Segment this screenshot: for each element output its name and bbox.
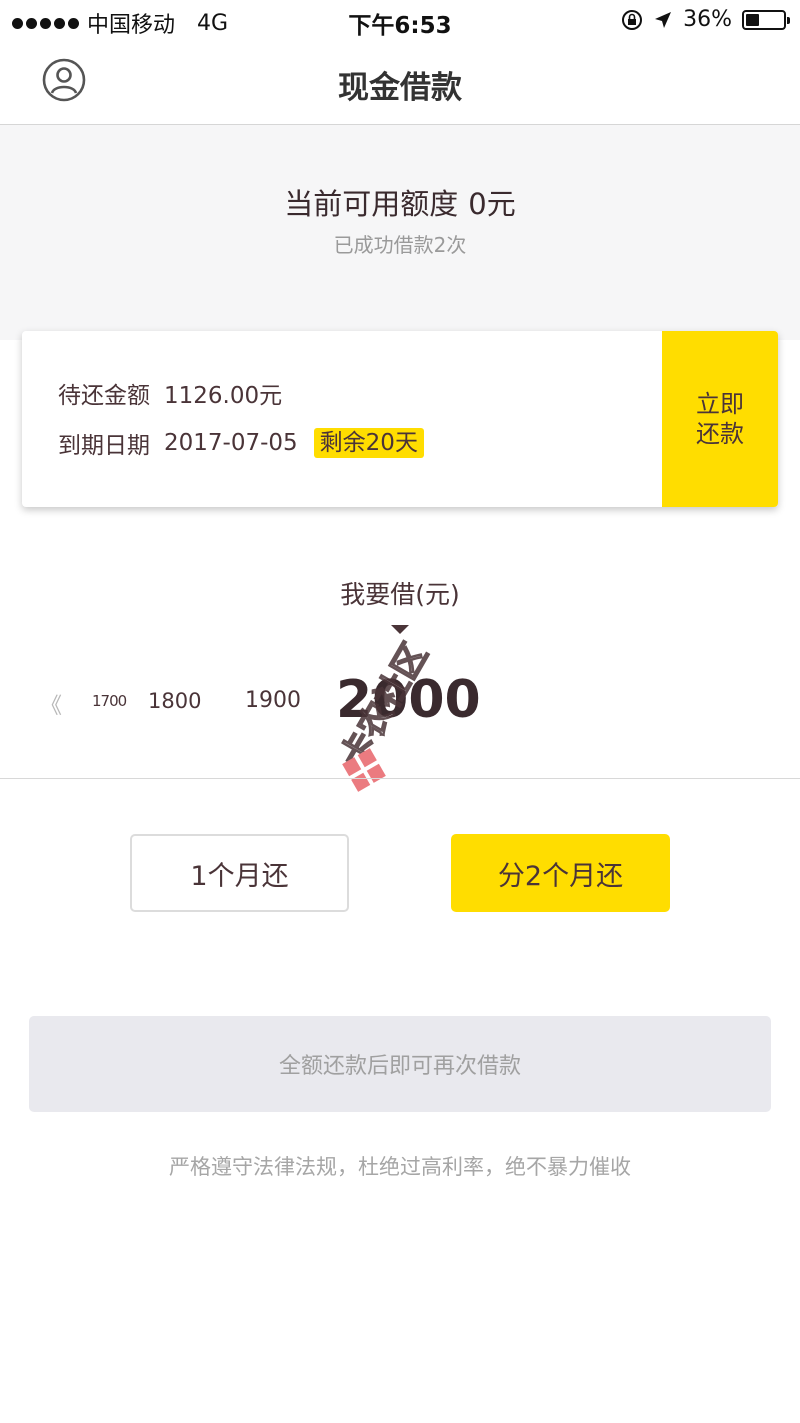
compliance-note: 严格遵守法律法规，杜绝过高利率，绝不暴力催收 bbox=[169, 1155, 631, 1179]
borrow-submit-button[interactable]: 全额还款后即可再次借款 bbox=[29, 1016, 771, 1112]
status-right: 36% bbox=[621, 7, 790, 32]
amount-option[interactable]: 1700 bbox=[92, 692, 127, 710]
due-date-label: 到期日期 bbox=[58, 433, 150, 459]
amount-due-row: 待还金额 1126.00元 bbox=[58, 377, 424, 409]
term-two-months-button[interactable]: 分2个月还 bbox=[451, 834, 670, 912]
repay-now-label-line2: 还款 bbox=[696, 420, 744, 448]
repayment-card: 待还金额 1126.00元 到期日期 2017-07-05 剩余20天 立即 还… bbox=[22, 331, 778, 507]
nav-bar: 现金借款 bbox=[0, 40, 800, 125]
repayment-info: 待还金额 1126.00元 到期日期 2017-07-05 剩余20天 bbox=[58, 377, 424, 477]
available-credit: 当前可用额度 0元 bbox=[0, 181, 800, 223]
scroll-left-arrow-icon[interactable]: 《 bbox=[40, 688, 62, 720]
borrow-amount-label: 我要借(元) bbox=[340, 580, 460, 609]
svg-text:卡农社区: 卡农社区 bbox=[333, 637, 436, 775]
available-credit-amount: 0元 bbox=[468, 187, 516, 221]
battery-icon bbox=[742, 9, 790, 30]
amount-due-value: 1126.00元 bbox=[164, 383, 283, 409]
term-one-month-button[interactable]: 1个月还 bbox=[130, 834, 349, 912]
available-credit-label: 当前可用额度 bbox=[284, 187, 459, 221]
amount-due-label: 待还金额 bbox=[58, 383, 150, 409]
location-arrow-icon bbox=[655, 11, 672, 28]
due-date-value: 2017-07-05 bbox=[164, 430, 298, 456]
repay-now-button[interactable]: 立即 还款 bbox=[662, 331, 778, 507]
repay-now-label-line1: 立即 bbox=[696, 390, 744, 418]
watermark-logo: 卡农社区 bbox=[332, 636, 436, 792]
days-remaining-badge: 剩余20天 bbox=[313, 428, 424, 458]
divider bbox=[0, 778, 800, 779]
due-date-row: 到期日期 2017-07-05 剩余20天 bbox=[58, 427, 424, 459]
status-bar: 中国移动 4G 下午6:53 36% bbox=[0, 0, 800, 40]
amount-option[interactable]: 1800 bbox=[148, 689, 201, 713]
amount-option[interactable]: 1900 bbox=[245, 688, 301, 713]
loan-count: 已成功借款2次 bbox=[333, 233, 467, 257]
orientation-lock-icon bbox=[622, 9, 643, 30]
page-title: 现金借款 bbox=[338, 70, 462, 106]
credit-summary: 当前可用额度 0元 已成功借款2次 bbox=[0, 125, 800, 340]
battery-fill bbox=[746, 13, 759, 26]
battery-percent: 36% bbox=[683, 7, 732, 32]
